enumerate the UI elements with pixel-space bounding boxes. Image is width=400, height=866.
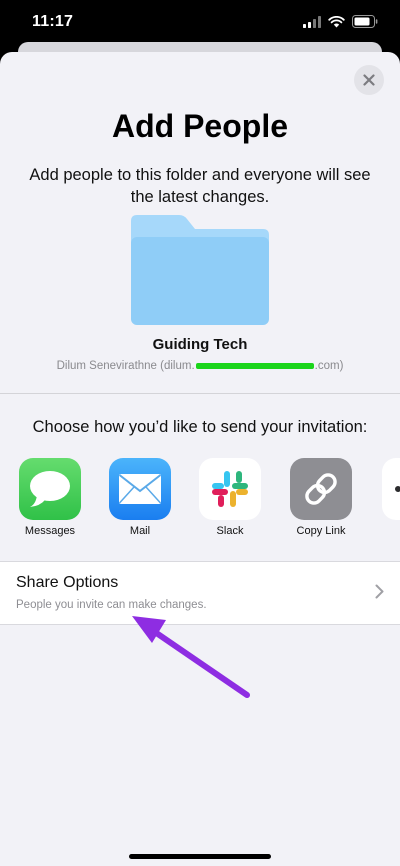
close-button[interactable] [354, 65, 384, 95]
choose-label: Choose how you’d like to send your invit… [32, 418, 368, 436]
more-apps-icon [382, 458, 400, 520]
app-label: Slack [216, 525, 244, 537]
share-app-slack[interactable]: Slack [185, 458, 275, 537]
share-options-title: Share Options [16, 574, 119, 591]
page-title: Add People [111, 108, 288, 144]
app-label: Mail [129, 525, 151, 537]
folder-name: Guiding Tech [152, 336, 248, 353]
home-indicator [129, 854, 271, 859]
status-icons [303, 15, 378, 28]
share-app-more[interactable] [366, 458, 400, 520]
share-options-subtitle: People you invite can make changes. [16, 599, 207, 611]
owner-line: Dilum Senevirathne (dilum. .com) [0, 360, 400, 372]
section-divider [0, 393, 400, 394]
status-time: 11:17 [32, 13, 74, 30]
chevron-right-icon [375, 584, 384, 599]
battery-icon [352, 15, 378, 28]
sheet-description: Add people to this folder and everyone w… [29, 166, 371, 206]
owner-name: Dilum Senevirathne (dilum. [56, 360, 195, 372]
share-app-copy-link[interactable]: Copy Link [276, 458, 366, 537]
cellular-signal-icon [303, 15, 321, 28]
redaction-mark [195, 362, 314, 369]
share-apps-row: Messages Mail Slack Copy Link [0, 458, 400, 553]
close-icon [363, 74, 375, 86]
slack-icon [199, 458, 261, 520]
app-label: Messages [24, 525, 76, 537]
status-bar: 11:17 [0, 0, 400, 44]
folder-icon [131, 215, 269, 325]
mail-icon [109, 458, 171, 520]
app-label: Copy Link [296, 525, 346, 537]
messages-icon [19, 458, 81, 520]
wifi-icon [328, 15, 345, 27]
link-icon [290, 458, 352, 520]
share-app-messages[interactable]: Messages [5, 458, 95, 537]
owner-email-end: .com) [314, 360, 344, 372]
add-people-sheet: Add People Add people to this folder and… [0, 52, 400, 866]
share-app-mail[interactable]: Mail [95, 458, 185, 537]
share-options-row[interactable]: Share Options People you invite can make… [0, 561, 400, 625]
